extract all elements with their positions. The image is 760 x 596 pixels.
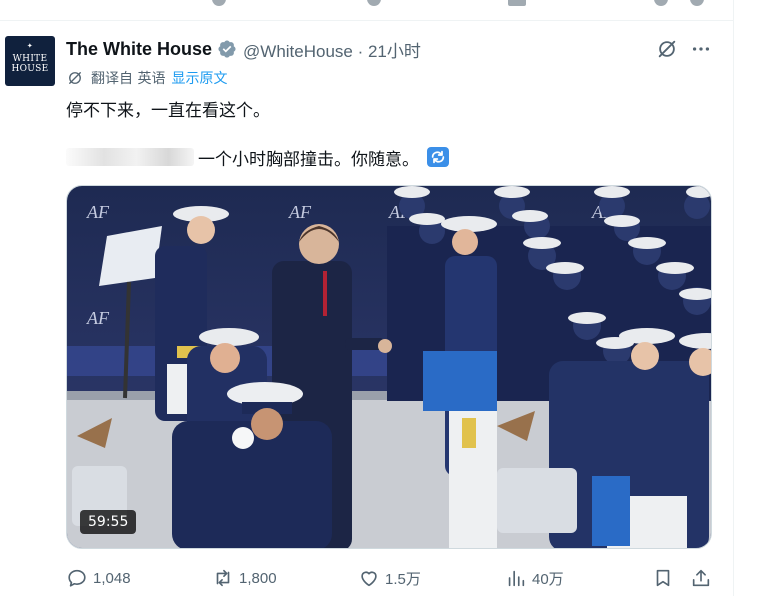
translate-icon bbox=[69, 72, 81, 84]
banner-text: AF bbox=[86, 308, 110, 328]
share-icon bbox=[692, 569, 710, 587]
seal-mark: ✦ bbox=[26, 42, 34, 50]
translated-from-label: 翻译自 英语 bbox=[91, 71, 166, 87]
heart-icon bbox=[361, 571, 377, 587]
video-duration-badge: 59:55 bbox=[80, 510, 137, 534]
tweet-text-line: 停不下来，一直在看这个。 bbox=[66, 101, 270, 121]
tweet-header: The White House @WhiteHouse · 21小时 bbox=[66, 37, 421, 62]
repost-icon bbox=[216, 569, 230, 587]
avatar-text-line: HOUSE bbox=[11, 64, 49, 74]
bookmark-button[interactable] bbox=[652, 566, 679, 590]
video-player[interactable]: AF AF AF AF AF bbox=[66, 185, 712, 549]
view-count: 40万 bbox=[532, 570, 564, 588]
repost-count: 1,800 bbox=[239, 569, 277, 587]
handle-and-time[interactable]: @WhiteHouse · 21小时 bbox=[243, 37, 421, 62]
share-button[interactable] bbox=[690, 566, 717, 590]
like-count: 1.5万 bbox=[385, 570, 421, 588]
like-button[interactable]: 1.5万 bbox=[358, 566, 421, 590]
avatar-text-line: WHITE bbox=[12, 54, 48, 64]
fragment-icon bbox=[508, 0, 526, 6]
more-options-icon[interactable] bbox=[690, 38, 712, 60]
reply-count: 1,048 bbox=[93, 569, 131, 587]
reply-button[interactable]: 1,048 bbox=[66, 566, 131, 590]
video-frame: AF AF AF AF AF bbox=[67, 186, 711, 548]
column-border bbox=[733, 0, 734, 596]
bookmark-icon bbox=[656, 569, 670, 587]
banner-text: AF bbox=[288, 202, 312, 222]
reply-icon bbox=[68, 569, 86, 587]
fragment-icon bbox=[690, 0, 704, 6]
show-original-link[interactable]: 显示原文 bbox=[171, 68, 227, 88]
views-button[interactable]: 40万 bbox=[505, 566, 564, 590]
previous-post-fragment bbox=[0, 0, 733, 10]
verified-badge-icon bbox=[218, 40, 236, 58]
avatar[interactable]: ✦ WHITE HOUSE bbox=[5, 36, 55, 86]
views-chart-icon bbox=[508, 570, 525, 587]
fragment-icon bbox=[212, 0, 226, 6]
action-bar: 1,048 1,800 1.5万 40万 bbox=[0, 566, 733, 590]
repeat-emoji-icon bbox=[427, 147, 449, 167]
translation-note: 翻译自 英语 显示原文 bbox=[66, 68, 227, 88]
tweet-text-line: 一个小时胸部撞击。你随意。 bbox=[66, 146, 449, 170]
author-name[interactable]: The White House bbox=[66, 39, 212, 60]
tweet-text-tail: 一个小时胸部撞击。你随意。 bbox=[198, 149, 419, 170]
obscured-text bbox=[66, 148, 194, 166]
fragment-icon bbox=[654, 0, 668, 6]
banner-text: AF bbox=[86, 202, 110, 222]
repost-button[interactable]: 1,800 bbox=[212, 566, 277, 590]
fragment-icon bbox=[367, 0, 381, 6]
grok-icon[interactable] bbox=[656, 38, 678, 60]
post-divider bbox=[0, 20, 733, 21]
